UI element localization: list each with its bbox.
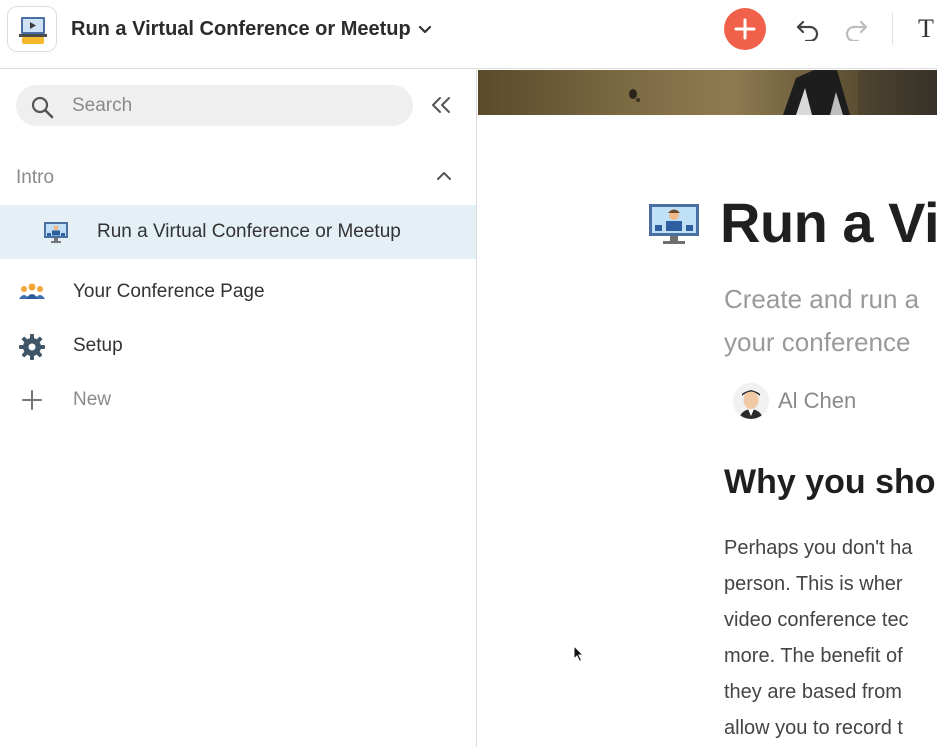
presentation-icon [19, 17, 47, 44]
chevron-down-icon [418, 25, 431, 34]
chevron-up-icon[interactable] [436, 170, 452, 182]
author-chip[interactable]: Al Chen [733, 383, 856, 419]
video-conference-icon [649, 204, 699, 244]
redo-icon[interactable] [843, 17, 869, 41]
video-conference-icon [44, 222, 68, 243]
sidebar-item-conference-page[interactable]: Your Conference Page [0, 265, 476, 319]
search-input[interactable] [72, 85, 392, 126]
plus-icon [22, 390, 42, 410]
search-icon [31, 96, 54, 119]
main-content: Run a Vi Create and run a your conferenc… [478, 70, 937, 747]
subtitle-line: Create and run a [724, 284, 920, 314]
text-tool-button[interactable]: T [918, 14, 934, 44]
top-bar: Run a Virtual Conference or Meetup T [0, 0, 937, 69]
sidebar-item-label: Your Conference Page [73, 281, 265, 302]
body-line: more. The benefit of [724, 645, 903, 667]
sidebar-item-label: New [73, 389, 112, 410]
cover-image [478, 70, 937, 115]
gear-icon [19, 334, 45, 360]
section-header-intro[interactable]: Intro [16, 166, 456, 190]
sidebar-item-label: Setup [73, 335, 123, 356]
body-line: allow you to record t [724, 717, 903, 739]
author-name: Al Chen [778, 388, 857, 413]
sidebar-item-setup[interactable]: Setup [0, 319, 476, 373]
doc-title: Run a Virtual Conference or Meetup [71, 17, 411, 40]
toolbar-divider [892, 13, 893, 45]
avatar [733, 383, 769, 419]
cover-texture [629, 70, 937, 115]
sidebar: Intro Run a Virtual Conference or Meetup [0, 70, 477, 747]
sidebar-item-new[interactable]: New [0, 373, 476, 427]
body-paragraph: Perhaps you don't ha person. This is whe… [724, 530, 937, 746]
mouse-pointer-icon [573, 645, 585, 663]
undo-icon[interactable] [795, 17, 821, 41]
collapse-sidebar-icon[interactable] [430, 95, 452, 115]
page-subtitle: Create and run a your conference [724, 278, 937, 364]
body-line: they are based from [724, 681, 902, 703]
sidebar-item-label: Run a Virtual Conference or Meetup [97, 221, 401, 242]
section-heading: Why you sho [724, 463, 936, 501]
plus-icon [734, 18, 756, 40]
search-box [16, 85, 413, 126]
people-icon [19, 283, 45, 299]
doc-title-menu[interactable]: Run a Virtual Conference or Meetup [71, 14, 432, 44]
page-title: Run a Vi [720, 191, 937, 254]
body-line: Perhaps you don't ha [724, 537, 913, 559]
doc-icon-button[interactable] [7, 6, 57, 52]
subtitle-line: your conference [724, 327, 911, 357]
sidebar-item-run-virtual-conference[interactable]: Run a Virtual Conference or Meetup [0, 205, 476, 259]
section-label: Intro [16, 167, 55, 188]
body-line: person. This is wher [724, 573, 903, 595]
add-button[interactable] [724, 8, 766, 50]
body-line: video conference tec [724, 609, 909, 631]
